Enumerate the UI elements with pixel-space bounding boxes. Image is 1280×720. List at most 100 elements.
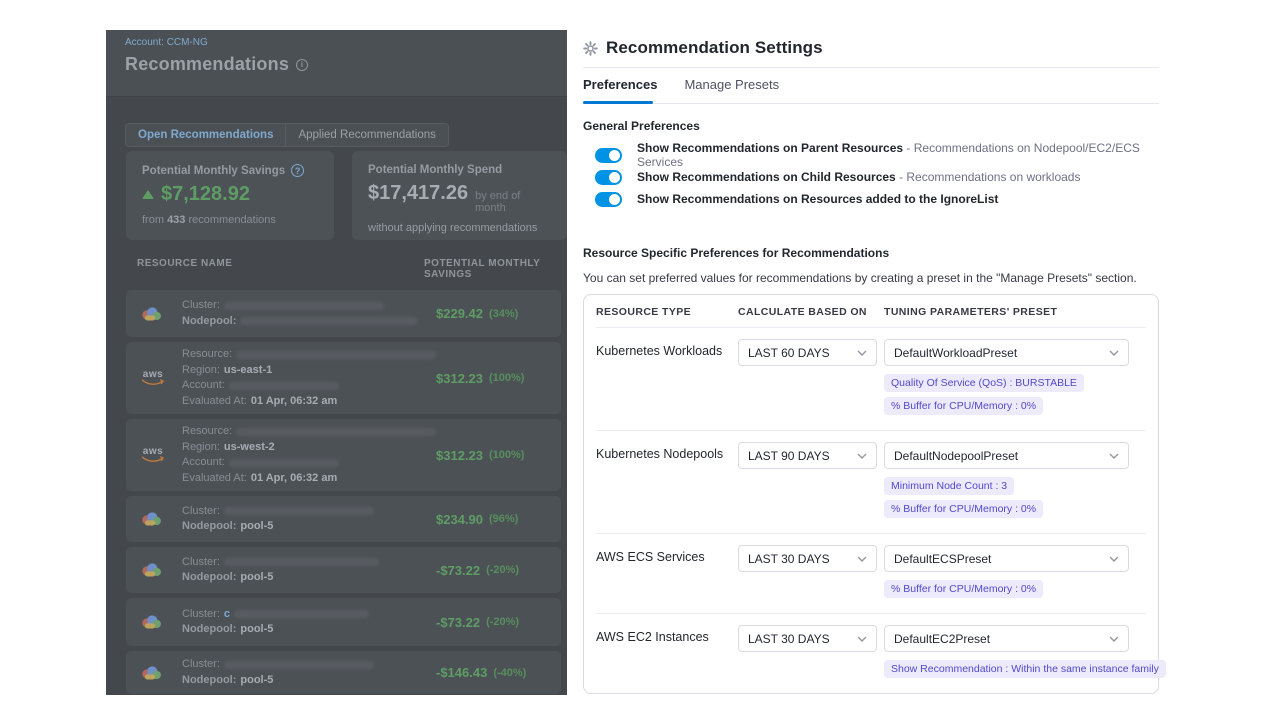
- column-tuning-preset: TUNING PARAMETERS' PRESET: [884, 306, 1146, 318]
- chevron-down-icon: [857, 453, 867, 459]
- savings-subtext: from 433 recommendations: [142, 214, 318, 226]
- gear-icon: [583, 41, 598, 56]
- calculate-based-on-select[interactable]: LAST 60 DAYS: [738, 339, 877, 366]
- savings-value: $312.23: [436, 371, 483, 386]
- resource-preferences-table: RESOURCE TYPE CALCULATE BASED ON TUNING …: [583, 294, 1159, 694]
- toggle-ignorelist[interactable]: [595, 192, 622, 207]
- app-canvas: Account: CCM-NG Recommendations i Open R…: [0, 0, 1280, 720]
- gcp-icon: [140, 511, 170, 527]
- savings-percent: (100%): [489, 449, 524, 461]
- column-resource-name[interactable]: RESOURCE NAME: [137, 258, 424, 280]
- savings-value: -$73.22: [436, 563, 480, 578]
- general-preferences-toggles: Show Recommendations on Parent Resources…: [595, 144, 1159, 210]
- tuning-preset-select[interactable]: DefaultEC2Preset: [884, 625, 1129, 652]
- resource-preferences-description: You can set preferred values for recomme…: [583, 271, 1159, 285]
- resource-type-label: AWS EC2 Instances: [596, 625, 738, 644]
- preset-parameter-badge: % Buffer for CPU/Memory : 0%: [884, 500, 1043, 518]
- preset-parameter-badge: % Buffer for CPU/Memory : 0%: [884, 397, 1043, 415]
- savings-percent: (-40%): [493, 667, 526, 679]
- chevron-down-icon: [857, 636, 867, 642]
- redacted-text: [224, 302, 384, 310]
- chevron-down-icon: [1109, 453, 1119, 459]
- tab-applied-recommendations[interactable]: Applied Recommendations: [286, 124, 447, 146]
- tab-preferences[interactable]: Preferences: [583, 77, 657, 92]
- savings-value: $234.90: [436, 512, 483, 527]
- resource-preferences-heading: Resource Specific Preferences for Recomm…: [583, 246, 1159, 260]
- resource-type-label: AWS ECS Services: [596, 545, 738, 564]
- toggle-parent-resources[interactable]: [595, 148, 622, 163]
- preference-row-aws-ecs-services: AWS ECS Services LAST 30 DAYS DefaultECS…: [596, 533, 1146, 613]
- redacted-text: [240, 317, 418, 325]
- spend-amount: $17,417.26: [368, 182, 468, 205]
- savings-value: $229.42: [436, 306, 483, 321]
- general-preferences-heading: General Preferences: [583, 119, 1159, 133]
- resource-type-label: Kubernetes Nodepools: [596, 442, 738, 461]
- preset-parameter-badge: Quality Of Service (QoS) : BURSTABLE: [884, 374, 1084, 392]
- preset-parameter-badge: Show Recommendation : Within the same in…: [884, 660, 1166, 678]
- table-row[interactable]: Cluster:c Nodepool:pool-5 -$73.22(-20%): [126, 598, 561, 646]
- calculate-based-on-select[interactable]: LAST 90 DAYS: [738, 442, 877, 469]
- preference-row-aws-ec2-instances: AWS EC2 Instances LAST 30 DAYS DefaultEC…: [596, 613, 1146, 693]
- gcp-icon: [140, 614, 170, 630]
- column-resource-type: RESOURCE TYPE: [596, 306, 738, 318]
- account-breadcrumb[interactable]: Account: CCM-NG: [125, 37, 208, 48]
- redacted-text: [224, 507, 374, 515]
- info-icon[interactable]: i: [296, 59, 308, 71]
- recommendations-table: RESOURCE NAME POTENTIAL MONTHLY SAVINGS …: [126, 258, 561, 695]
- savings-percent: (96%): [489, 513, 518, 525]
- toggle-row-child-resources: Show Recommendations on Child Resources …: [595, 166, 1159, 188]
- recommendation-settings-drawer: Recommendation Settings Preferences Mana…: [567, 0, 1280, 720]
- toggle-row-ignorelist: Show Recommendations on Resources added …: [595, 188, 1159, 210]
- gcp-icon: [140, 665, 170, 681]
- resource-type-label: Kubernetes Workloads: [596, 339, 738, 358]
- redacted-text: [236, 428, 436, 436]
- preference-row-kubernetes-workloads: Kubernetes Workloads LAST 60 DAYS Defaul…: [596, 328, 1146, 430]
- potential-monthly-savings-card: Potential Monthly Savings ? $7,128.92 fr…: [126, 151, 334, 240]
- aws-icon: aws: [140, 447, 170, 463]
- help-icon[interactable]: ?: [291, 164, 304, 177]
- chevron-down-icon: [1109, 350, 1119, 356]
- redacted-text: [229, 382, 339, 390]
- settings-tabs: Preferences Manage Presets: [583, 68, 1159, 104]
- preference-row-kubernetes-nodepools: Kubernetes Nodepools LAST 90 DAYS Defaul…: [596, 430, 1146, 533]
- savings-card-title: Potential Monthly Savings: [142, 165, 285, 177]
- preset-parameter-badge: % Buffer for CPU/Memory : 0%: [884, 580, 1043, 598]
- table-row[interactable]: aws Resource: Region:us-east-1 Account: …: [126, 342, 561, 414]
- tuning-preset-select[interactable]: DefaultNodepoolPreset: [884, 442, 1129, 469]
- column-potential-monthly-savings[interactable]: POTENTIAL MONTHLY SAVINGS: [424, 258, 561, 280]
- calculate-based-on-select[interactable]: LAST 30 DAYS: [738, 545, 877, 572]
- gcp-icon: [140, 562, 170, 578]
- savings-up-icon: [142, 190, 154, 199]
- savings-percent: (100%): [489, 372, 524, 384]
- savings-percent: (34%): [489, 308, 518, 320]
- tuning-preset-select[interactable]: DefaultWorkloadPreset: [884, 339, 1129, 366]
- redacted-text: [224, 661, 374, 669]
- active-tab-indicator: [583, 101, 653, 104]
- chevron-down-icon: [857, 556, 867, 562]
- column-calculate-based-on: CALCULATE BASED ON: [738, 306, 884, 318]
- savings-value: $312.23: [436, 448, 483, 463]
- page-title: Recommendations: [125, 54, 289, 75]
- page-header: Account: CCM-NG Recommendations i: [106, 30, 567, 97]
- chevron-down-icon: [1109, 556, 1119, 562]
- chevron-down-icon: [1109, 636, 1119, 642]
- savings-value: -$73.22: [436, 615, 480, 630]
- recommendations-page-dimmed: Account: CCM-NG Recommendations i Open R…: [106, 30, 567, 695]
- tab-manage-presets[interactable]: Manage Presets: [684, 77, 779, 92]
- tab-open-recommendations[interactable]: Open Recommendations: [126, 124, 286, 146]
- toggle-child-resources[interactable]: [595, 170, 622, 185]
- table-row[interactable]: Cluster: Nodepool:pool-5 $234.90(96%): [126, 496, 561, 542]
- recommendations-tabs: Open Recommendations Applied Recommendat…: [125, 123, 449, 147]
- savings-percent: (-20%): [486, 564, 519, 576]
- spend-amount-note: by end of month: [475, 190, 551, 214]
- redacted-text: [234, 610, 369, 618]
- preset-parameter-badge: Minimum Node Count : 3: [884, 477, 1014, 495]
- spend-card-title: Potential Monthly Spend: [368, 164, 502, 176]
- table-row[interactable]: Cluster: Nodepool:pool-5 -$73.22(-20%): [126, 547, 561, 593]
- table-row[interactable]: Cluster: Nodepool: $229.42(34%): [126, 290, 561, 337]
- table-row[interactable]: Cluster: Nodepool:pool-5 -$146.43(-40%): [126, 651, 561, 694]
- redacted-text: [229, 459, 339, 467]
- calculate-based-on-select[interactable]: LAST 30 DAYS: [738, 625, 877, 652]
- tuning-preset-select[interactable]: DefaultECSPreset: [884, 545, 1129, 572]
- table-row[interactable]: aws Resource: Region:us-west-2 Account: …: [126, 419, 561, 491]
